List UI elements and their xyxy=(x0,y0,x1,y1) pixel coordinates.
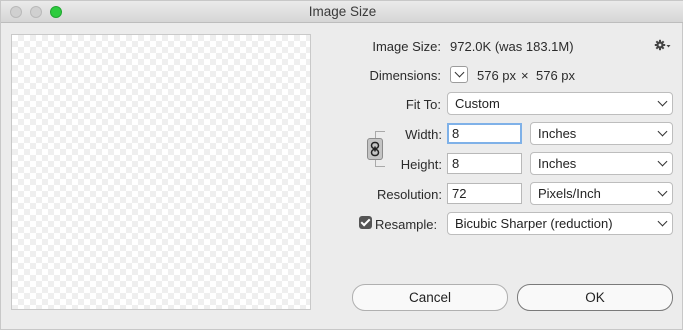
chevron-down-icon xyxy=(657,216,668,227)
chevron-down-icon xyxy=(657,96,668,107)
dimensions-separator: × xyxy=(521,68,529,83)
resample-checkbox[interactable] xyxy=(359,216,372,229)
height-unit-value: Inches xyxy=(538,156,577,171)
fit-to-value: Custom xyxy=(455,96,500,111)
resample-method-select[interactable]: Bicubic Sharper (reduction) xyxy=(447,212,673,235)
image-preview[interactable] xyxy=(11,34,311,310)
dimensions-toggle[interactable] xyxy=(450,66,468,83)
image-size-value: 972.0K (was 183.1M) xyxy=(450,39,574,54)
width-unit-value: Inches xyxy=(538,126,577,141)
cancel-button[interactable]: Cancel xyxy=(352,284,508,311)
resolution-unit-select[interactable]: Pixels/Inch xyxy=(530,182,673,205)
height-input[interactable]: 8 xyxy=(447,153,522,174)
width-label: Width: xyxy=(405,127,442,142)
resample-method-value: Bicubic Sharper (reduction) xyxy=(455,216,613,231)
width-unit-select[interactable]: Inches xyxy=(530,122,673,145)
resolution-unit-value: Pixels/Inch xyxy=(538,186,601,201)
height-label: Height: xyxy=(400,157,442,172)
chevron-down-icon xyxy=(657,126,668,137)
resample-label: Resample: xyxy=(375,217,438,232)
fit-to-label: Fit To: xyxy=(405,97,441,112)
image-size-dialog: Image Size Image Size: 972.0K (was 183.1… xyxy=(0,0,683,330)
link-chain-icon xyxy=(370,141,380,160)
chevron-down-icon xyxy=(454,67,465,78)
gear-icon[interactable] xyxy=(654,38,672,52)
dimensions-height: 576 px xyxy=(536,68,576,83)
resolution-input[interactable]: 72 xyxy=(447,183,522,204)
title-bar: Image Size xyxy=(1,1,683,23)
dimensions-width: 576 px xyxy=(477,68,517,83)
window-title: Image Size xyxy=(308,4,377,19)
fit-to-select[interactable]: Custom xyxy=(447,92,673,115)
chevron-down-icon xyxy=(657,156,668,167)
height-unit-select[interactable]: Inches xyxy=(530,152,673,175)
chevron-down-icon xyxy=(657,186,668,197)
resolution-label: Resolution: xyxy=(376,187,442,202)
ok-button[interactable]: OK xyxy=(517,284,673,311)
image-size-label: Image Size: xyxy=(372,39,441,54)
width-input[interactable]: 8 xyxy=(447,123,522,144)
dimensions-label: Dimensions: xyxy=(369,68,441,83)
